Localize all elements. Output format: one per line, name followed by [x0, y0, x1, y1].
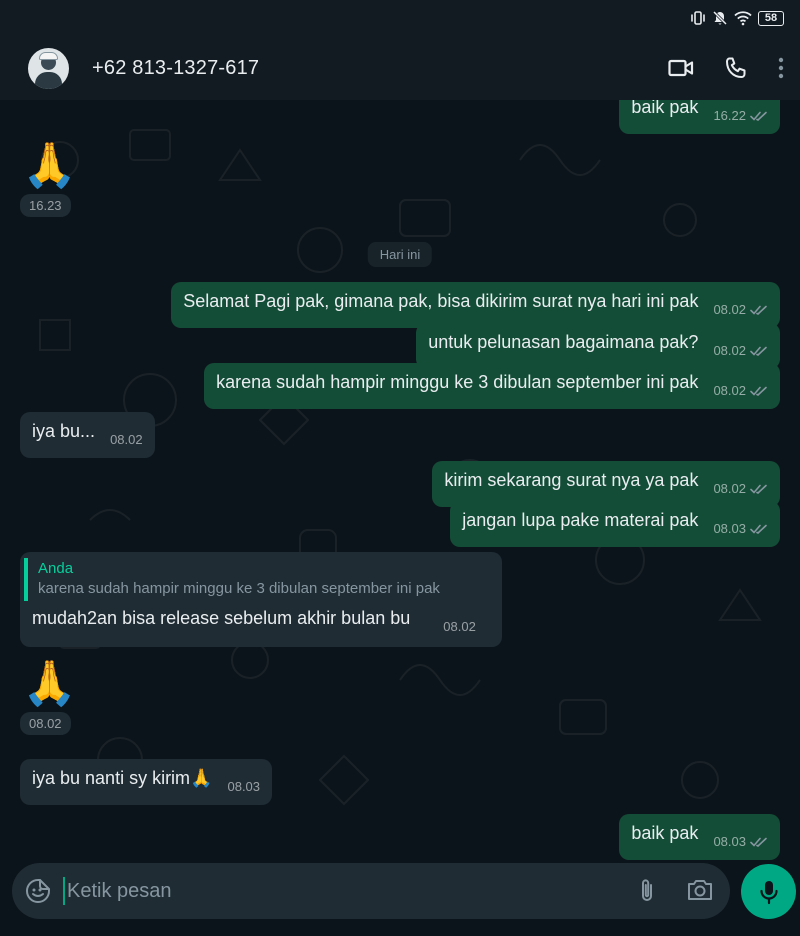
prayer-emoji: 🙏 [22, 141, 77, 190]
voice-message-button[interactable] [741, 864, 796, 919]
message-time: 08.03 [713, 521, 746, 536]
emoji-message[interactable]: 🙏 08.02 [20, 658, 77, 735]
message-bubble-incoming[interactable]: iya bu nanti sy kirim🙏 08.03 [20, 759, 273, 805]
quoted-message[interactable]: Anda karena sudah hampir minggu ke 3 dib… [24, 558, 490, 601]
message-time: 08.02 [110, 432, 143, 447]
read-receipt-icon [750, 524, 767, 534]
message-time: 08.02 [713, 383, 746, 398]
message-time: 08.02 [713, 302, 746, 317]
camera-icon[interactable] [686, 877, 714, 908]
message-text: karena sudah hampir minggu ke 3 dibulan … [216, 372, 699, 393]
message-composer: Ketik pesan [0, 862, 800, 922]
voice-call-icon[interactable] [724, 56, 748, 80]
message-time: 08.03 [227, 779, 261, 794]
mute-icon [712, 10, 728, 26]
emoji-message[interactable]: 🙏 16.23 [20, 140, 77, 217]
text-cursor [63, 877, 65, 905]
chat-header: +62 813-1327-617 [0, 36, 800, 100]
message-text: mudah2an bisa release sebelum akhir bula… [32, 608, 411, 629]
message-text: kirim sekarang surat nya ya pak [444, 470, 699, 491]
message-bubble-outgoing[interactable]: baik pak 08.03 [619, 814, 780, 860]
chat-area[interactable]: baik pak 16.22 🙏 16.23 Hari ini Selamat … [0, 100, 800, 860]
message-bubble-outgoing[interactable]: jangan lupa pake materai pak 08.03 [450, 501, 780, 547]
message-text: iya bu nanti sy kirim🙏 [32, 768, 213, 789]
message-time: 16.22 [713, 108, 746, 123]
navigation-bar-area [0, 922, 800, 936]
quote-author: Anda [38, 560, 74, 577]
read-receipt-icon [750, 346, 767, 356]
message-text: jangan lupa pake materai pak [462, 510, 699, 531]
message-bubble-incoming[interactable]: iya bu... 08.02 [20, 412, 155, 458]
message-text: baik pak [631, 823, 699, 844]
message-input-container[interactable]: Ketik pesan [12, 863, 730, 919]
video-call-icon[interactable] [668, 58, 694, 78]
message-bubble-outgoing[interactable]: baik pak 16.22 [619, 100, 780, 134]
microphone-icon [759, 880, 778, 904]
prayer-emoji: 🙏 [22, 659, 77, 708]
message-time: 08.02 [20, 712, 71, 735]
message-time: 08.02 [443, 619, 476, 634]
message-bubble-outgoing[interactable]: karena sudah hampir minggu ke 3 dibulan … [204, 363, 780, 409]
message-bubble-incoming-reply[interactable]: Anda karena sudah hampir minggu ke 3 dib… [20, 552, 502, 647]
read-receipt-icon [750, 484, 767, 494]
message-time: 16.23 [20, 194, 71, 217]
wifi-icon [734, 10, 752, 26]
message-input[interactable]: Ketik pesan [67, 880, 172, 903]
message-time: 08.02 [713, 481, 746, 496]
read-receipt-icon [750, 305, 767, 315]
read-receipt-icon [750, 386, 767, 396]
avatar[interactable] [28, 47, 69, 89]
message-text: baik pak [631, 100, 699, 118]
message-time: 08.02 [713, 343, 746, 358]
contact-name[interactable]: +62 813-1327-617 [92, 57, 259, 80]
read-receipt-icon [750, 837, 767, 847]
message-bubble-outgoing[interactable]: Selamat Pagi pak, gimana pak, bisa dikir… [171, 282, 780, 328]
message-text: Selamat Pagi pak, gimana pak, bisa dikir… [183, 291, 699, 312]
battery-icon: 58 [758, 10, 784, 26]
attach-icon[interactable] [636, 877, 658, 910]
message-time: 08.03 [713, 834, 746, 849]
status-bar: 58 [0, 0, 800, 36]
message-text: untuk pelunasan bagaimana pak? [428, 332, 699, 353]
quote-text: karena sudah hampir minggu ke 3 dibulan … [38, 580, 440, 597]
read-receipt-icon [750, 111, 767, 121]
more-options-icon[interactable] [778, 57, 784, 79]
date-divider: Hari ini [367, 242, 433, 267]
message-text: iya bu... [32, 421, 96, 442]
vibrate-icon [690, 10, 706, 26]
sticker-icon[interactable] [25, 878, 51, 904]
